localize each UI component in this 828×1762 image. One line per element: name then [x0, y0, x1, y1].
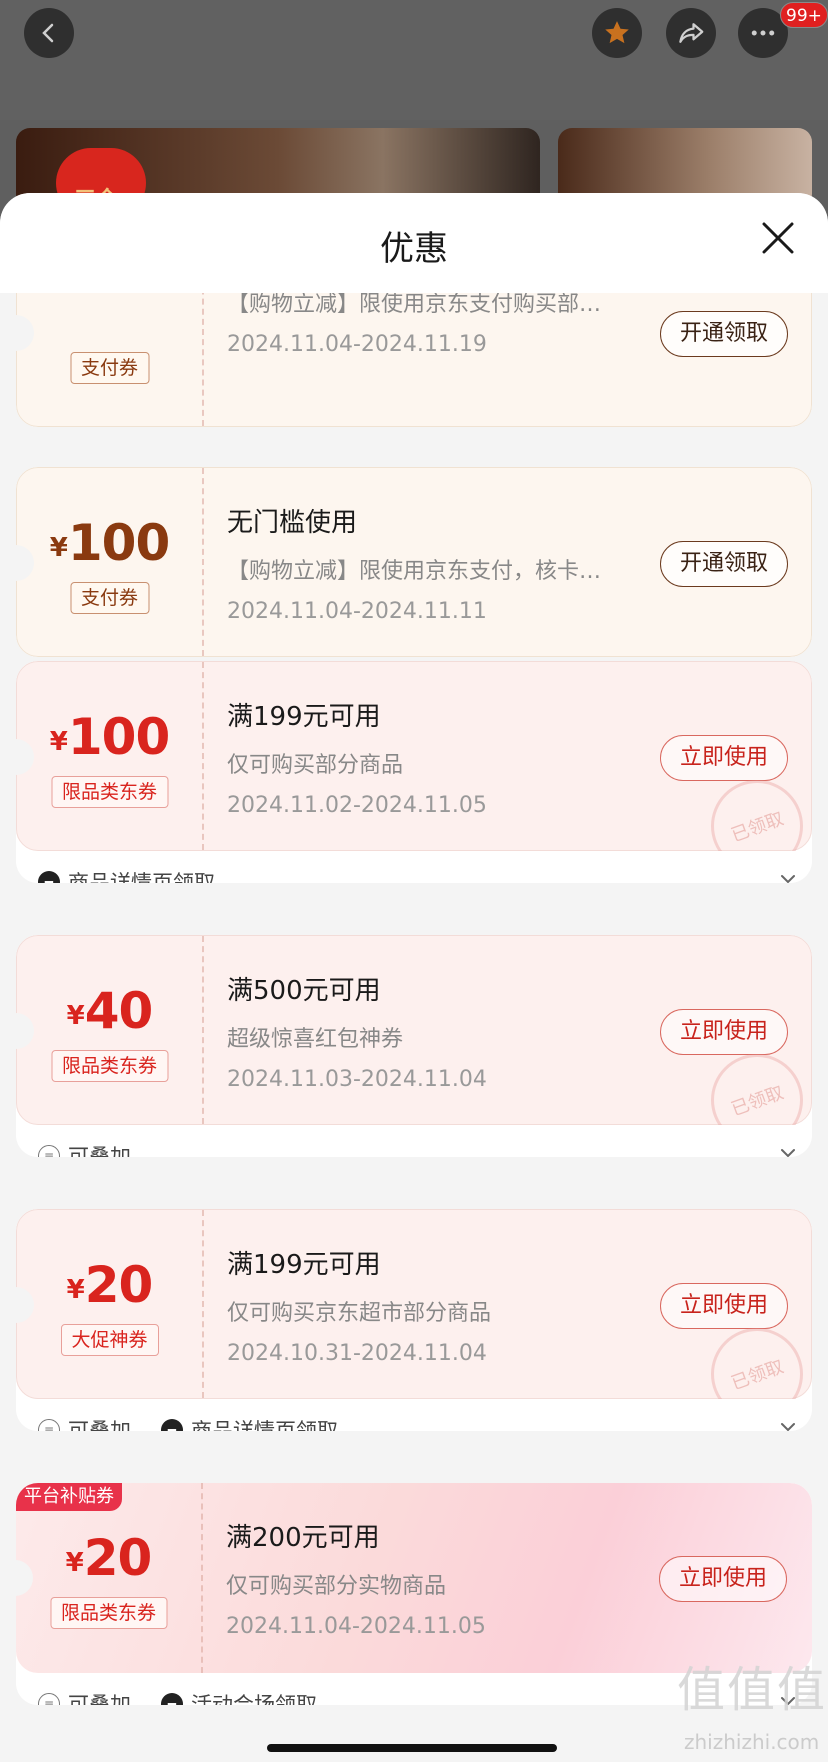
coupon-description: 【购物立减】限使用京东支付，核卡… [227, 559, 602, 584]
coupon-description: 【购物立减】限使用京东支付购买部… [227, 293, 602, 317]
close-icon[interactable] [758, 218, 798, 258]
coupon-condition: 满200元可用 [226, 1523, 380, 1553]
coupon-description: 仅可购买部分实物商品 [226, 1574, 447, 1599]
coupon-card[interactable]: 支付券 【购物立减】限使用京东支付购买部… 2024.11.04-2024.11… [16, 293, 812, 427]
stack-icon: ≡ [38, 1419, 60, 1431]
coupon-footer[interactable]: ▬ 商品详情页领取 [16, 851, 812, 883]
coupon-amount: 40 [84, 982, 154, 1040]
stack-icon: ≡ [38, 1145, 60, 1157]
chevron-down-icon[interactable] [778, 1143, 798, 1157]
use-now-button[interactable]: 立即使用 [660, 1009, 788, 1055]
coupon-description: 仅可购买京东超市部分商品 [227, 1301, 492, 1326]
use-now-button[interactable]: 立即使用 [659, 1556, 787, 1602]
currency-symbol: ¥ [66, 1275, 85, 1305]
coupon-type-tag: 支付券 [69, 582, 150, 614]
coupon-validity: 2024.11.03-2024.11.04 [227, 1067, 487, 1092]
coupon-type-tag: 限品类东券 [50, 776, 169, 808]
ticket-icon: ▬ [38, 871, 60, 883]
coupon-type-tag: 支付券 [69, 352, 150, 384]
home-indicator[interactable] [267, 1744, 557, 1752]
coupon-type-tag: 限品类东券 [50, 1050, 169, 1082]
chevron-left-icon [42, 23, 54, 43]
currency-symbol: ¥ [66, 1001, 85, 1031]
coupon-validity: 2024.11.04-2024.11.19 [227, 332, 487, 357]
more-dots-icon [751, 30, 775, 36]
watermark-url: zhizhizhi.com [684, 1730, 820, 1754]
footer-source: ▬ 活动会场领取 [161, 1689, 317, 1705]
currency-symbol: ¥ [49, 533, 68, 563]
favorite-button[interactable] [592, 8, 642, 58]
coupon-amount: 20 [83, 1529, 153, 1587]
ticket-icon: ▬ [161, 1693, 183, 1705]
footer-stackable: ≡ 可叠加 [38, 1689, 131, 1705]
share-icon [679, 23, 704, 43]
coupon-condition: 满500元可用 [227, 976, 381, 1006]
share-button[interactable] [666, 8, 716, 58]
coupon-type-tag: 限品类东券 [49, 1597, 168, 1629]
chevron-down-icon[interactable] [778, 1417, 798, 1431]
coupon-card[interactable]: ¥20 大促神券 满199元可用 仅可购买京东超市部分商品 2024.10.31… [16, 1209, 812, 1431]
coupons-sheet: 优惠 支付券 【购物立减】限使用京东支付购买部… 2024.11.04-2024… [0, 193, 828, 1762]
stack-icon: ≡ [38, 1693, 60, 1705]
coupon-type-tag: 大促神券 [60, 1324, 159, 1356]
coupon-validity: 2024.11.02-2024.11.05 [227, 793, 487, 818]
sheet-header: 优惠 [0, 193, 828, 293]
currency-symbol: ¥ [65, 1548, 84, 1578]
footer-source: ▬ 商品详情页领取 [161, 1415, 338, 1431]
coupon-description: 仅可购买部分商品 [227, 753, 404, 778]
chevron-down-icon[interactable] [778, 869, 798, 883]
coupon-footer[interactable]: ≡ 可叠加 [16, 1125, 812, 1157]
coupon-card[interactable]: ¥40 限品类东券 满500元可用 超级惊喜红包神券 2024.11.03-20… [16, 935, 812, 1157]
use-now-button[interactable]: 立即使用 [660, 1283, 788, 1329]
star-icon [605, 21, 629, 44]
watermark-logo: 值值值 [677, 1662, 828, 1718]
coupon-amount: 20 [84, 1256, 154, 1314]
coupon-condition: 满199元可用 [227, 702, 381, 732]
product-page-topbar: 99+ [0, 0, 828, 120]
coupon-list[interactable]: 支付券 【购物立减】限使用京东支付购买部… 2024.11.04-2024.11… [0, 293, 828, 1762]
coupon-validity: 2024.10.31-2024.11.04 [227, 1341, 487, 1366]
coupon-condition: 满199元可用 [227, 1250, 381, 1280]
message-count-badge: 99+ [780, 2, 828, 28]
coupon-description: 超级惊喜红包神券 [227, 1027, 404, 1052]
coupon-validity: 2024.11.04-2024.11.05 [226, 1614, 486, 1639]
back-button[interactable] [24, 8, 74, 58]
currency-symbol: ¥ [49, 727, 68, 757]
ticket-icon: ▬ [161, 1419, 183, 1431]
coupon-card[interactable]: ¥100 支付券 无门槛使用 【购物立减】限使用京东支付，核卡… 2024.11… [16, 467, 812, 657]
coupon-card[interactable]: ¥100 限品类东券 满199元可用 仅可购买部分商品 2024.11.02-2… [16, 661, 812, 883]
footer-stackable: ≡ 可叠加 [38, 1415, 131, 1431]
coupon-footer[interactable]: ≡ 可叠加 ▬ 商品详情页领取 [16, 1399, 812, 1431]
coupon-amount: 100 [67, 514, 170, 572]
coupon-validity: 2024.11.04-2024.11.11 [227, 599, 487, 624]
footer-source: ▬ 商品详情页领取 [38, 867, 215, 883]
use-now-button[interactable]: 立即使用 [660, 735, 788, 781]
footer-stackable: ≡ 可叠加 [38, 1141, 131, 1157]
coupon-condition: 无门槛使用 [227, 508, 358, 538]
sheet-title: 优惠 [380, 229, 448, 269]
coupon-amount: 100 [67, 708, 170, 766]
activate-claim-button[interactable]: 开通领取 [660, 311, 788, 357]
activate-claim-button[interactable]: 开通领取 [660, 541, 788, 587]
